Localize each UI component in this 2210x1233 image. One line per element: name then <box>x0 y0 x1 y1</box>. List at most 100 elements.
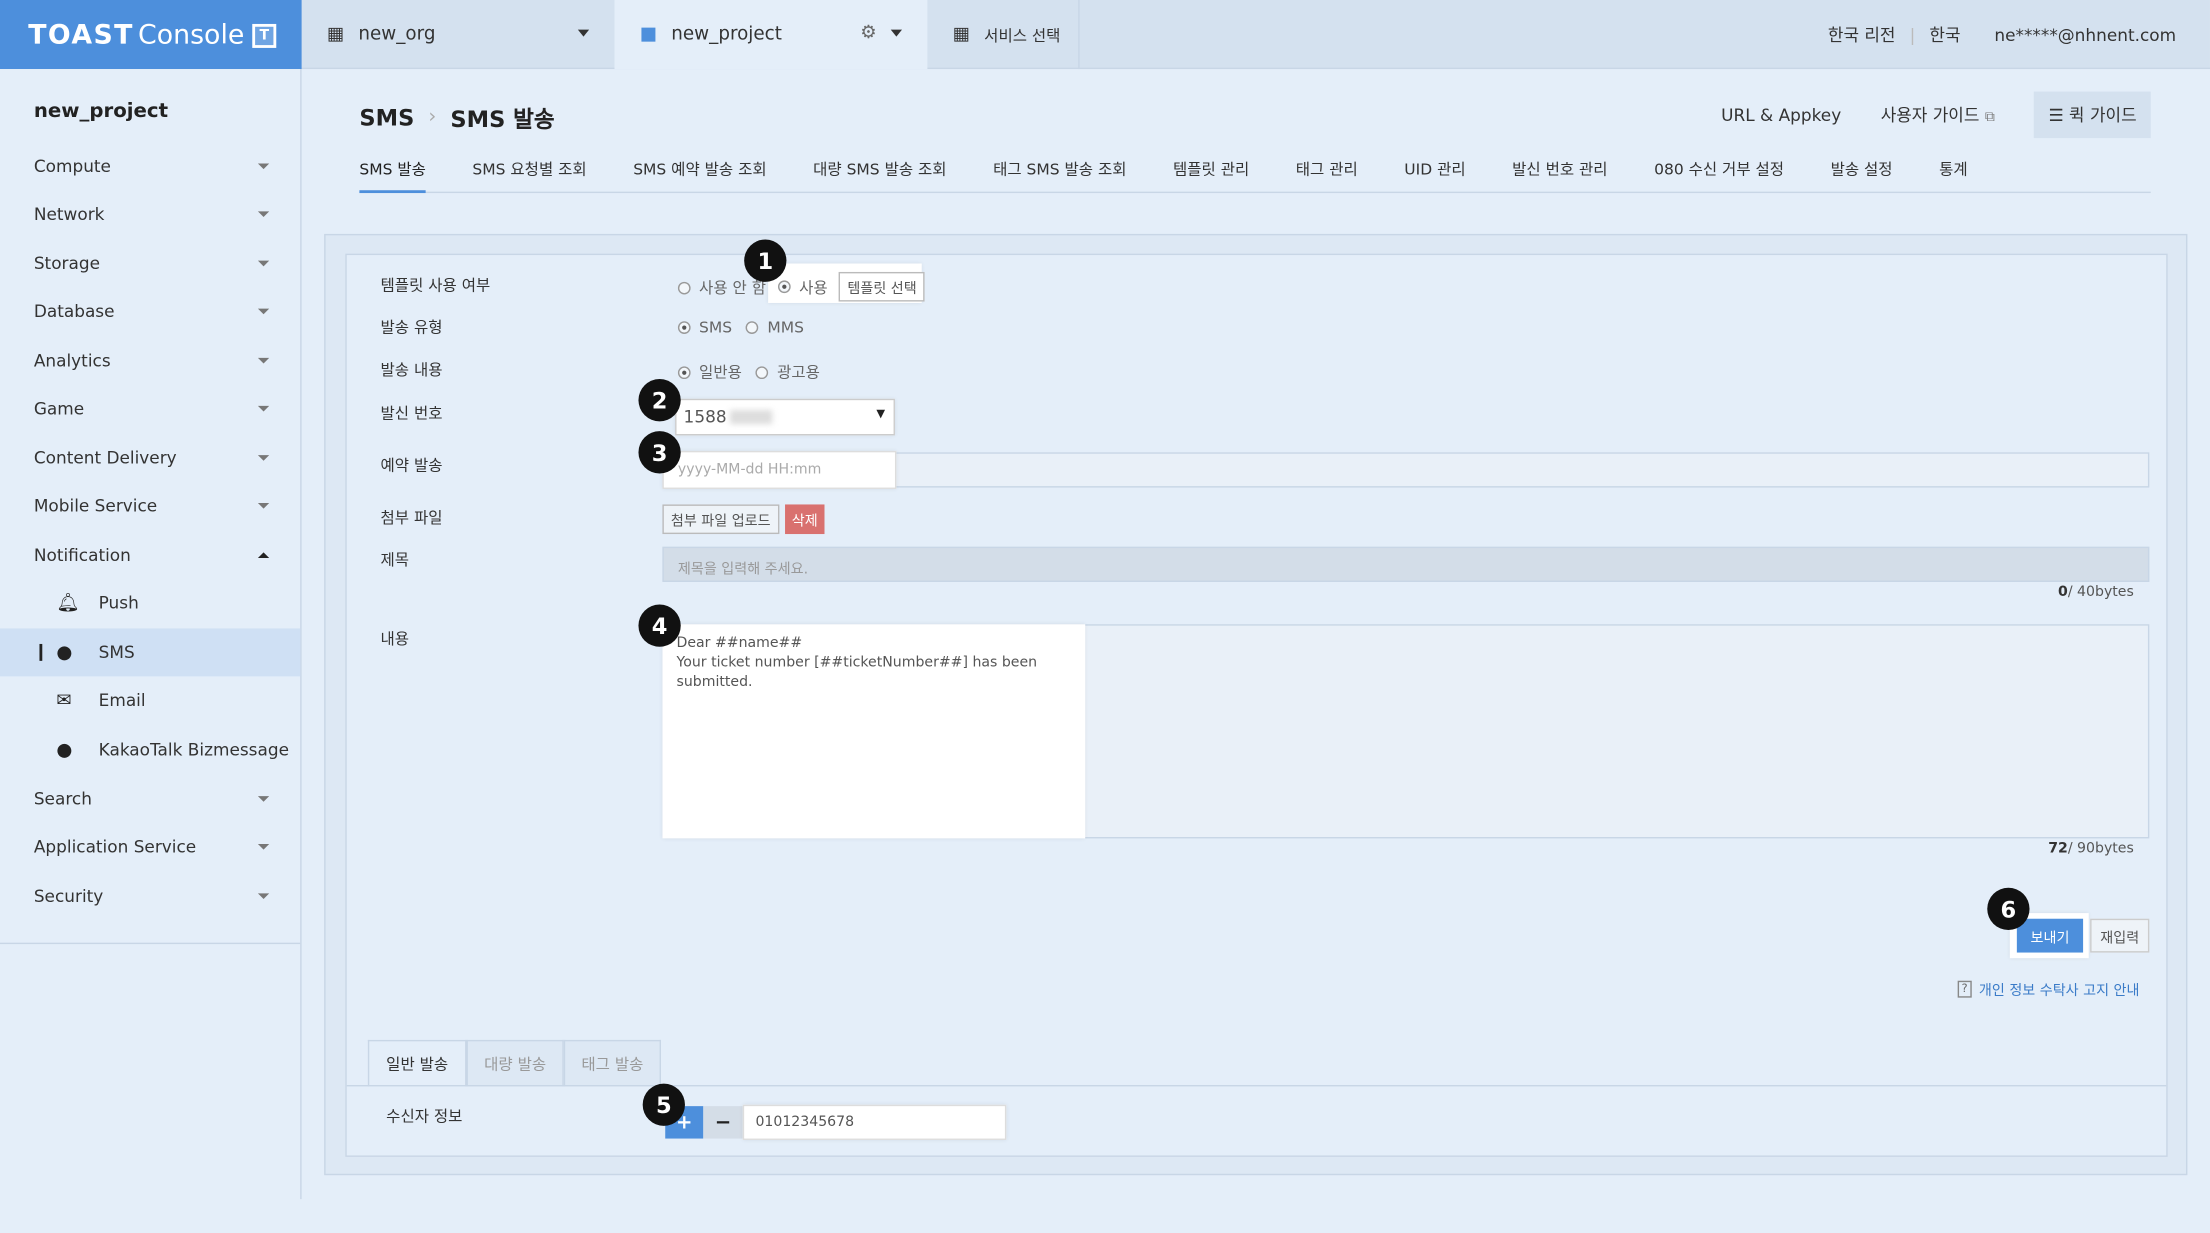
org-name: new_org <box>358 23 436 46</box>
sidebar-item-label: Database <box>33 301 115 322</box>
region-selector[interactable]: 한국 리전 <box>1828 23 1896 47</box>
template-no-radio[interactable]: 사용 안 함 <box>677 276 766 299</box>
remove-recipient-button[interactable]: − <box>703 1106 743 1139</box>
sidebar-item-application-service[interactable]: Application Service <box>0 823 300 871</box>
radio-icon <box>677 320 691 334</box>
language-selector[interactable]: 한국 <box>1929 23 1960 47</box>
sidebar-project-title: new_project <box>33 100 169 123</box>
content-normal-radio[interactable]: 일반용 <box>677 361 742 384</box>
sidebar-item-label: Compute <box>33 156 111 177</box>
chevron-down-icon <box>257 308 270 315</box>
project-selector[interactable]: ■ new_project ⚙ <box>614 0 928 70</box>
toast-console-logo[interactable]: TOAST Console T <box>0 0 302 70</box>
tab-bulk-send[interactable]: 대량 발송 <box>466 1039 564 1087</box>
tab-uid-manage[interactable]: UID 관리 <box>1404 154 1465 193</box>
radio-icon <box>746 320 759 334</box>
sidebar-sub-sms[interactable]: ● SMS <box>0 628 301 677</box>
attach-upload-button[interactable]: 첨부 파일 업로드 <box>662 504 780 535</box>
menu-icon: ☰ <box>2048 105 2064 126</box>
sidebar-item-search[interactable]: Search <box>0 775 300 823</box>
sidebar-item-database[interactable]: Database <box>0 287 300 335</box>
sidebar-item-game[interactable]: Game <box>0 385 300 433</box>
radio-label: 일반용 <box>699 363 742 382</box>
tab-template-manage[interactable]: 템플릿 관리 <box>1173 154 1249 193</box>
recipient-number-input[interactable]: 01012345678 <box>742 1104 1007 1140</box>
sidebar-item-content-delivery[interactable]: Content Delivery <box>0 434 300 482</box>
tab-tag-sms-lookup[interactable]: 태그 SMS 발송 조회 <box>993 154 1126 193</box>
sms-icon: ● <box>56 642 73 664</box>
sidebar-sub-kakaotalk[interactable]: ● KakaoTalk Bizmessage <box>0 726 300 774</box>
reserve-date-input[interactable]: yyyy-MM-dd HH:mm <box>662 450 897 489</box>
marker-6: 6 <box>1987 887 2030 931</box>
content-type-radio-group: 일반용 광고용 <box>677 361 820 384</box>
breadcrumb-service[interactable]: SMS <box>359 104 414 131</box>
radio-icon <box>777 280 791 294</box>
reserve-send-label: 예약 발송 <box>380 456 443 475</box>
sender-number-select[interactable]: 1588 ▼ <box>675 398 895 436</box>
chevron-right-icon: › <box>428 105 437 129</box>
send-type-sms-radio[interactable]: SMS <box>677 318 732 337</box>
user-account[interactable]: ne*****@nhnent.com <box>1994 25 2176 45</box>
chevron-down-icon <box>257 503 270 509</box>
breadcrumb: SMS › SMS 발송 <box>359 100 554 134</box>
body-label: 내용 <box>380 629 410 649</box>
attach-delete-button[interactable]: 삭제 <box>784 504 825 535</box>
chevron-down-icon: ▼ <box>876 407 886 420</box>
marker-3: 3 <box>638 431 681 474</box>
body-bytes-current: 72 <box>2048 841 2068 857</box>
privacy-notice-link[interactable]: ? 개인 정보 수탁사 고지 안내 <box>1957 978 2139 999</box>
gear-icon[interactable]: ⚙ <box>860 23 876 44</box>
send-type-radio-group: SMS MMS <box>677 318 804 337</box>
tab-normal-send[interactable]: 일반 발송 <box>367 1039 467 1087</box>
reset-button[interactable]: 재입력 <box>2090 918 2150 953</box>
tab-sms-send[interactable]: SMS 발송 <box>359 154 426 194</box>
sidebar-sub-email[interactable]: ✉ Email <box>0 676 300 724</box>
project-name: new_project <box>671 23 782 46</box>
tab-send-settings[interactable]: 발송 설정 <box>1831 154 1893 193</box>
sidebar-item-network[interactable]: Network <box>0 190 300 238</box>
tab-080-reject-settings[interactable]: 080 수신 거부 설정 <box>1654 154 1784 193</box>
header-links: URL & Appkey 사용자 가이드 ⧉ ☰ 퀵 가이드 <box>1721 91 2151 139</box>
chevron-down-icon <box>577 29 590 37</box>
sidebar-item-analytics[interactable]: Analytics <box>0 337 300 385</box>
content-ad-radio[interactable]: 광고용 <box>755 361 820 384</box>
tab-statistics[interactable]: 통계 <box>1939 154 1968 193</box>
title-label: 제목 <box>380 550 410 570</box>
sidebar-item-mobile-service[interactable]: Mobile Service <box>0 482 300 530</box>
user-guide-link[interactable]: 사용자 가이드 ⧉ <box>1881 103 1995 127</box>
quick-guide-button[interactable]: ☰ 퀵 가이드 <box>2034 91 2151 139</box>
url-appkey-link[interactable]: URL & Appkey <box>1721 105 1841 125</box>
send-type-mms-radio[interactable]: MMS <box>746 318 804 337</box>
form-container: 템플릿 사용 여부 발송 유형 발송 내용 발신 번호 예약 발송 첨부 파일 … <box>324 233 2188 1176</box>
tab-sms-reserve-lookup[interactable]: SMS 예약 발송 조회 <box>633 154 766 193</box>
sidebar-item-compute[interactable]: Compute <box>0 142 300 190</box>
send-button[interactable]: 보내기 <box>2016 918 2084 953</box>
title-input[interactable]: 제목을 입력해 주세요. <box>662 546 2150 582</box>
tab-sms-request-lookup[interactable]: SMS 요청별 조회 <box>472 154 586 193</box>
reserve-date-placeholder: yyyy-MM-dd HH:mm <box>677 462 822 478</box>
org-selector[interactable]: ▦ new_org <box>302 0 615 69</box>
sidebar-item-label: Network <box>33 204 105 225</box>
tab-bulk-sms-lookup[interactable]: 대량 SMS 발송 조회 <box>813 154 946 193</box>
body-textarea[interactable]: Dear ##name## Your ticket number [##tick… <box>662 624 1086 839</box>
building-icon: ▦ <box>326 23 345 46</box>
sidebar-item-security[interactable]: Security <box>0 872 300 920</box>
chevron-down-icon <box>890 29 903 37</box>
attach-file-controls: 첨부 파일 업로드 삭제 <box>662 504 825 535</box>
title-placeholder: 제목을 입력해 주세요. <box>677 562 809 578</box>
service-select-button[interactable]: ▦ 서비스 선택 <box>927 0 1080 70</box>
grid-icon: ▦ <box>952 23 971 46</box>
template-yes-radio[interactable]: 사용 <box>777 275 828 298</box>
recipient-divider <box>346 1085 2167 1087</box>
privacy-notice-label: 개인 정보 수탁사 고지 안내 <box>1978 983 2140 1000</box>
tab-tag-send[interactable]: 태그 발송 <box>563 1039 662 1087</box>
folder-icon: ■ <box>639 23 658 46</box>
sidebar-sub-push[interactable]: 🔔︎ Push <box>0 579 300 627</box>
sidebar-item-notification[interactable]: Notification <box>0 531 300 579</box>
tab-sender-number-manage[interactable]: 발신 번호 관리 <box>1512 154 1607 193</box>
template-select-button[interactable]: 템플릿 선택 <box>838 271 926 302</box>
logo-badge-icon[interactable]: T <box>252 23 277 48</box>
template-radio-group: 사용 안 함 <box>677 276 766 299</box>
sidebar-item-storage[interactable]: Storage <box>0 240 300 288</box>
tab-tag-manage[interactable]: 태그 관리 <box>1296 154 1358 193</box>
